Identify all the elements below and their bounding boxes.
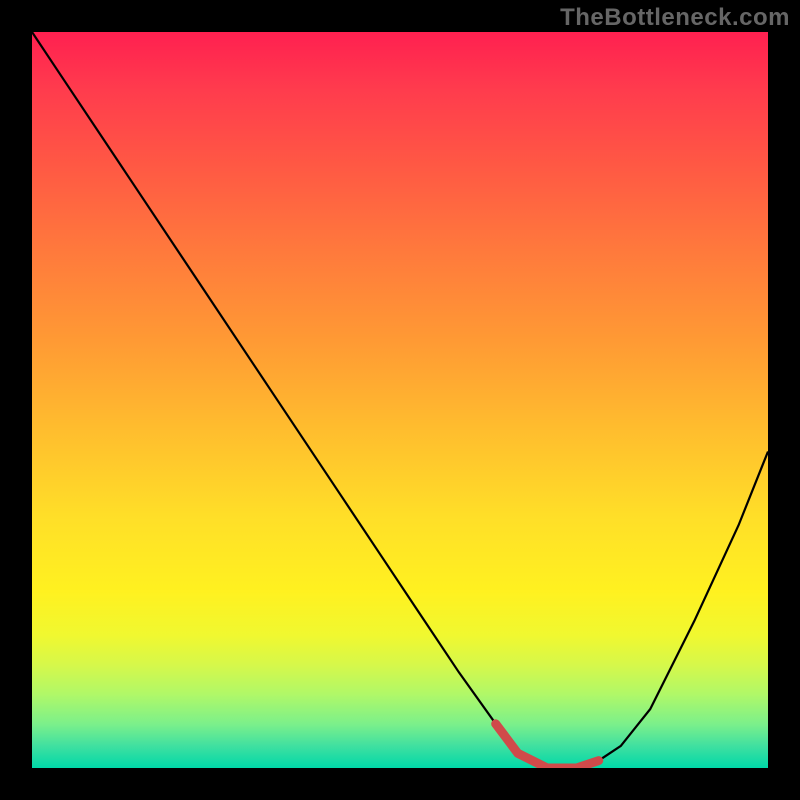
watermark-label: TheBottleneck.com [560, 4, 790, 32]
bottleneck-curve [32, 32, 768, 768]
optimal-range-highlight [496, 724, 599, 768]
chart-container: TheBottleneck.com [0, 0, 800, 800]
plot-area [32, 32, 768, 768]
curve-svg [32, 32, 768, 768]
